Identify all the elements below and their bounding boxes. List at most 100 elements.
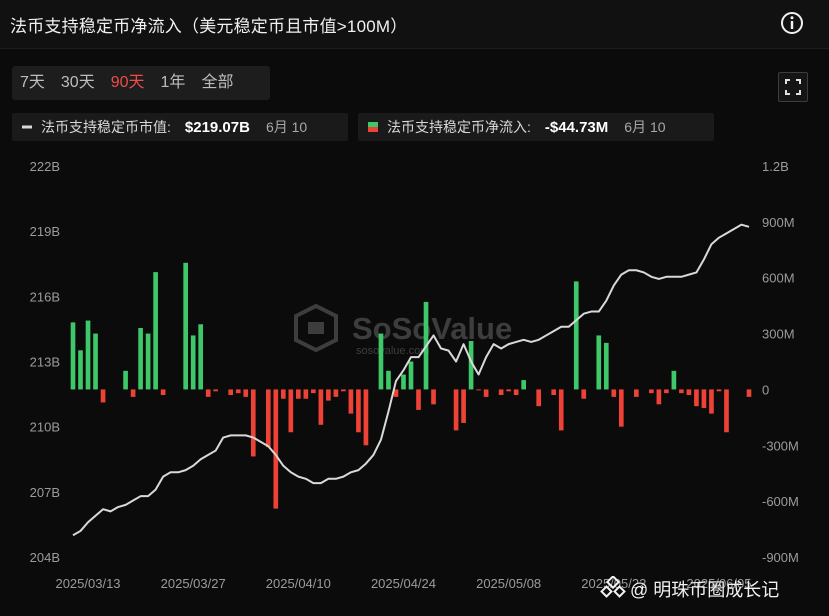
y-left-tick-label: 222B bbox=[30, 159, 60, 174]
inflow-bar bbox=[618, 389, 624, 427]
inflow-bar bbox=[679, 389, 684, 394]
legend-market-cap: 法币支持稳定币市值: $219.07B 6月 10 bbox=[12, 113, 348, 141]
inflow-bar bbox=[476, 389, 481, 391]
inflow-bar bbox=[243, 389, 249, 397]
inflow-bar bbox=[145, 333, 151, 390]
legend-market-cap-value: $219.07B bbox=[184, 118, 250, 136]
inflow-bar bbox=[709, 389, 714, 414]
inflow-bar bbox=[498, 389, 504, 396]
legend-market-cap-date: 6月 10 bbox=[265, 119, 308, 135]
legend-market-cap-label: 法币支持稳定币市值: bbox=[41, 119, 171, 135]
bar-swatch-icon bbox=[368, 122, 378, 132]
inflow-bar bbox=[123, 370, 128, 390]
inflow-bar bbox=[78, 350, 83, 390]
inflow-bar bbox=[506, 389, 511, 392]
title-bar: 法币支持稳定币净流入（美元稳定币且市值>100M） bbox=[0, 0, 829, 49]
inflow-bar bbox=[634, 389, 639, 397]
inflow-bar bbox=[603, 342, 609, 390]
y-right-tick-label: 1.2B bbox=[762, 159, 789, 174]
inflow-bar bbox=[483, 389, 489, 397]
info-circle-icon[interactable] bbox=[780, 11, 804, 35]
author-name: @ 明珠币圈成长记 bbox=[630, 580, 780, 600]
inflow-bar bbox=[558, 389, 564, 431]
y-left-tick-label: 219B bbox=[30, 224, 60, 239]
inflow-bar bbox=[431, 389, 436, 405]
inflow-bar bbox=[694, 389, 699, 407]
y-right-tick-label: -900M bbox=[762, 550, 799, 565]
y-right-tick-label: 900M bbox=[762, 215, 795, 230]
inflow-bar bbox=[93, 333, 98, 390]
inflow-bar bbox=[378, 333, 384, 390]
y-right-tick-label: -600M bbox=[762, 494, 799, 509]
inflow-bar bbox=[656, 389, 662, 405]
x-tick-label: 2025/05/08 bbox=[476, 576, 541, 591]
watermark-url-text: sosovalue.com bbox=[356, 345, 429, 357]
range-tab-30d[interactable]: 30天 bbox=[53, 66, 103, 100]
inflow-bar bbox=[250, 389, 256, 457]
inflow-bar bbox=[416, 389, 421, 410]
chart-watermark: SoSoValue sosovalue.com bbox=[294, 303, 512, 357]
line-swatch-icon bbox=[22, 125, 32, 129]
inflow-bar bbox=[318, 389, 324, 425]
time-range-selector: 7天 30天 90天 1年 全部 bbox=[12, 66, 270, 100]
inflow-bar bbox=[235, 389, 241, 394]
inflow-bar bbox=[153, 272, 158, 390]
inflow-bar bbox=[671, 370, 677, 390]
inflow-bar bbox=[356, 389, 361, 433]
inflow-bar bbox=[303, 389, 309, 399]
y-axis-left: 204B 207B 210B 213B 216B 219B 222B bbox=[30, 159, 60, 565]
range-tab-1y[interactable]: 1年 bbox=[153, 66, 194, 100]
inflow-bar bbox=[341, 389, 346, 392]
page-title: 法币支持稳定币净流入（美元稳定币且市值>100M） bbox=[10, 17, 408, 36]
inflow-bar bbox=[596, 335, 602, 390]
inflow-bar bbox=[536, 389, 542, 407]
inflow-bar bbox=[160, 389, 166, 396]
inflow-bar bbox=[521, 380, 526, 390]
inflow-bar bbox=[461, 389, 466, 423]
inflow-bar bbox=[130, 389, 136, 397]
range-tab-all[interactable]: 全部 bbox=[193, 66, 241, 100]
x-tick-label: 2025/03/13 bbox=[55, 576, 120, 591]
inflow-bar bbox=[664, 389, 669, 394]
inflow-bar bbox=[228, 389, 234, 396]
x-tick-label: 2025/04/10 bbox=[266, 576, 331, 591]
inflow-bar bbox=[581, 389, 587, 399]
fullscreen-icon bbox=[785, 79, 801, 95]
inflow-bar bbox=[288, 389, 294, 433]
inflow-bar bbox=[296, 389, 301, 399]
y-right-tick-label: 300M bbox=[762, 327, 795, 342]
inflow-bar bbox=[724, 389, 729, 433]
range-tab-90d[interactable]: 90天 bbox=[103, 66, 153, 100]
legend-net-inflow-date: 6月 10 bbox=[624, 119, 666, 135]
y-left-tick-label: 204B bbox=[30, 550, 60, 565]
legend-net-inflow-value: -$44.73M bbox=[544, 118, 609, 136]
sosovalue-logo-icon bbox=[294, 303, 338, 353]
inflow-bar bbox=[408, 361, 414, 390]
inflow-bar bbox=[205, 389, 211, 397]
inflow-bar bbox=[649, 389, 654, 394]
y-axis-right: -900M -600M -300M 0 300M 600M 900M 1.2B bbox=[762, 159, 799, 565]
inflow-bar bbox=[746, 389, 752, 397]
inflow-bar bbox=[213, 389, 219, 392]
watermark-brand-text: SoSoValue bbox=[352, 311, 512, 346]
inflow-bar bbox=[311, 389, 316, 394]
inflow-bar bbox=[183, 262, 188, 390]
platform-logo-icon bbox=[600, 576, 626, 598]
inflow-bar bbox=[100, 389, 106, 403]
y-left-tick-label: 213B bbox=[30, 355, 60, 370]
range-tab-7d[interactable]: 7天 bbox=[12, 66, 53, 100]
inflow-bar bbox=[573, 281, 579, 390]
legend-net-inflow: 法币支持稳定币净流入: -$44.73M 6月 10 bbox=[358, 113, 714, 141]
inflow-bar bbox=[551, 389, 557, 396]
y-right-tick-label: -300M bbox=[762, 438, 799, 453]
inflow-bar bbox=[280, 389, 286, 399]
chart-plot: SoSoValue sosovalue.com 204B 207B 210B 213B… bbox=[30, 159, 799, 591]
inflow-bar bbox=[401, 374, 406, 390]
inflow-bar bbox=[363, 389, 369, 446]
x-tick-label: 2025/04/24 bbox=[371, 576, 436, 591]
y-right-tick-label: 0 bbox=[762, 382, 769, 397]
fullscreen-button[interactable] bbox=[778, 72, 808, 102]
inflow-bar bbox=[138, 327, 143, 390]
y-left-tick-label: 207B bbox=[30, 485, 60, 500]
inflow-bar bbox=[716, 389, 722, 392]
